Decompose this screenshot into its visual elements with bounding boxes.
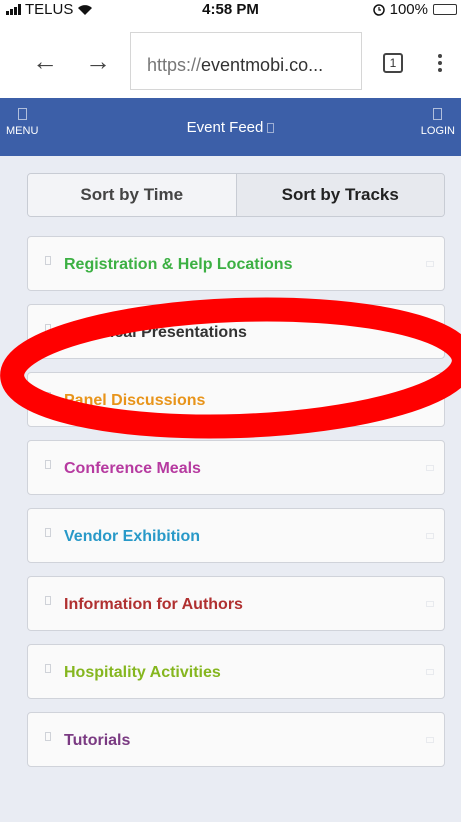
app-header: MENU Event Feed LOGIN (0, 98, 461, 156)
track-marker-icon (45, 324, 51, 333)
title-icon (267, 123, 275, 134)
url-domain: eventmobi.co... (201, 55, 324, 75)
track-item[interactable]: Information for Authors (27, 576, 445, 631)
track-item[interactable]: Conference Meals (27, 440, 445, 495)
forward-arrow-icon[interactable]: → (85, 48, 111, 74)
track-marker-icon (45, 732, 51, 741)
track-marker-icon (45, 256, 51, 265)
chevron-icon (426, 261, 434, 267)
battery-icon (433, 4, 457, 15)
track-marker-icon (45, 392, 51, 401)
chevron-icon (426, 465, 434, 471)
track-label: Hospitality Activities (64, 664, 221, 681)
track-label: Tutorials (64, 732, 131, 749)
login-icon (433, 108, 443, 120)
battery-info: 100% (372, 1, 457, 18)
track-label: Technical Presentations (64, 324, 247, 341)
track-item[interactable]: Registration & Help Locations (27, 236, 445, 291)
sort-by-tracks-button[interactable]: Sort by Tracks (236, 174, 444, 216)
chevron-icon (426, 669, 434, 675)
chevron-icon (426, 533, 434, 539)
track-item[interactable]: Panel Discussions (27, 372, 445, 427)
tabs-button[interactable]: 1 (383, 53, 403, 73)
chevron-icon (426, 397, 434, 403)
browser-toolbar: ← → https://eventmobi.co... 1 (0, 20, 461, 98)
page-title-text: Event Feed (186, 119, 264, 136)
track-marker-icon (45, 596, 51, 605)
page-title: Event Feed (0, 119, 461, 136)
sort-toggle: Sort by Time Sort by Tracks (27, 173, 445, 217)
login-button[interactable]: LOGIN (421, 108, 455, 137)
track-label: Conference Meals (64, 460, 201, 477)
url-scheme: https:// (147, 55, 202, 75)
chevron-icon (426, 329, 434, 335)
track-label: Vendor Exhibition (64, 528, 201, 545)
track-marker-icon (45, 460, 51, 469)
track-marker-icon (45, 528, 51, 537)
sort-by-time-button[interactable]: Sort by Time (28, 174, 237, 216)
track-item[interactable]: Vendor Exhibition (27, 508, 445, 563)
track-list: Registration & Help Locations Technical P… (27, 236, 445, 780)
back-arrow-icon[interactable]: ← (32, 48, 58, 74)
track-label: Registration & Help Locations (64, 256, 293, 273)
address-bar[interactable]: https://eventmobi.co... (130, 32, 362, 90)
status-bar: TELUS 4:58 PM 100% (0, 0, 461, 20)
login-label: LOGIN (420, 125, 455, 137)
chevron-icon (426, 737, 434, 743)
track-item[interactable]: Technical Presentations (27, 304, 445, 359)
alarm-icon (372, 3, 385, 16)
chevron-icon (426, 601, 434, 607)
track-label: Information for Authors (64, 596, 243, 613)
track-item[interactable]: Tutorials (27, 712, 445, 767)
more-options-icon[interactable] (437, 54, 443, 74)
track-marker-icon (45, 664, 51, 673)
battery-percent: 100% (389, 1, 428, 18)
track-label: Panel Discussions (64, 392, 206, 409)
track-item[interactable]: Hospitality Activities (27, 644, 445, 699)
